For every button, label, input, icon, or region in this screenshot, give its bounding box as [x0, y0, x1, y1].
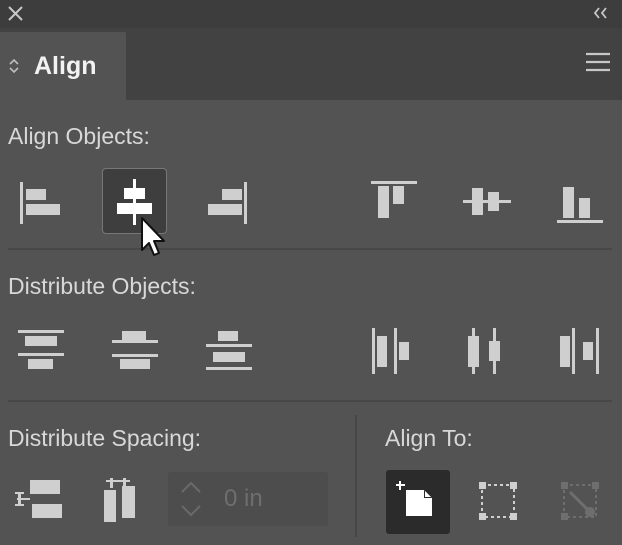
- align-to-artboard-button[interactable]: [548, 470, 612, 534]
- mouse-cursor-icon: [141, 217, 165, 256]
- expand-collapse-icon[interactable]: [8, 56, 20, 76]
- horizontal-align-right-icon: [208, 182, 247, 224]
- distribute-objects-label: Distribute Objects:: [8, 273, 196, 299]
- horizontal-distribute-left-icon: [372, 328, 409, 374]
- horizontal-align-left-icon: [20, 182, 60, 224]
- align-to-key-object-button[interactable]: [466, 470, 530, 534]
- horizontal-distribute-space-button[interactable]: [92, 468, 156, 532]
- align-to-selection-icon: [396, 481, 432, 516]
- horizontal-distribute-center-button[interactable]: [455, 320, 519, 384]
- close-icon[interactable]: [4, 3, 26, 25]
- vertical-distribute-space-button[interactable]: [8, 468, 72, 532]
- vertical-distribute-center-icon: [112, 331, 158, 369]
- tab-align[interactable]: Align: [0, 32, 126, 100]
- panel-titlebar: [0, 0, 622, 28]
- horizontal-distribute-space-icon: [104, 478, 135, 522]
- tab-label: Align: [34, 52, 97, 80]
- collapse-panel-icon[interactable]: [590, 4, 612, 22]
- vertical-align-top-icon: [371, 181, 417, 218]
- horizontal-distribute-center-icon: [468, 328, 500, 374]
- horizontal-align-right-button[interactable]: [196, 170, 260, 234]
- vertical-distribute-space-icon: [15, 480, 62, 518]
- align-to-selection-button[interactable]: [386, 470, 450, 534]
- vertical-distribute-center-button[interactable]: [102, 320, 166, 384]
- distribute-spacing-label: Distribute Spacing:: [8, 425, 202, 451]
- align-to-artboard-icon: [561, 482, 599, 520]
- horizontal-distribute-right-icon: [560, 328, 599, 374]
- vertical-distribute-top-icon: [18, 330, 64, 369]
- align-to-key-object-icon: [479, 482, 517, 520]
- vertical-align-center-icon: [463, 188, 511, 215]
- spacing-value: 0 in: [224, 485, 263, 512]
- vertical-align-top-button[interactable]: [362, 170, 426, 234]
- vertical-align-center-button[interactable]: [455, 170, 519, 234]
- vertical-align-bottom-button[interactable]: [548, 170, 612, 234]
- spin-stepper-icon[interactable]: [178, 478, 204, 520]
- panel-tabstrip: Align: [0, 28, 622, 100]
- vertical-distribute-bottom-button[interactable]: [196, 320, 260, 384]
- vertical-distribute-bottom-icon: [206, 331, 252, 370]
- horizontal-distribute-right-button[interactable]: [548, 320, 612, 384]
- align-objects-label: Align Objects:: [8, 123, 150, 149]
- horizontal-align-left-button[interactable]: [8, 170, 72, 234]
- section-divider: [8, 248, 612, 250]
- vertical-distribute-top-button[interactable]: [8, 320, 72, 384]
- panel-menu-icon[interactable]: [584, 50, 612, 74]
- section-divider: [8, 400, 612, 402]
- distribute-spacing-field[interactable]: 0 in: [168, 472, 328, 526]
- horizontal-distribute-left-button[interactable]: [362, 320, 426, 384]
- vertical-align-bottom-icon: [557, 187, 603, 223]
- align-to-label: Align To:: [385, 425, 473, 451]
- vertical-divider: [355, 415, 357, 537]
